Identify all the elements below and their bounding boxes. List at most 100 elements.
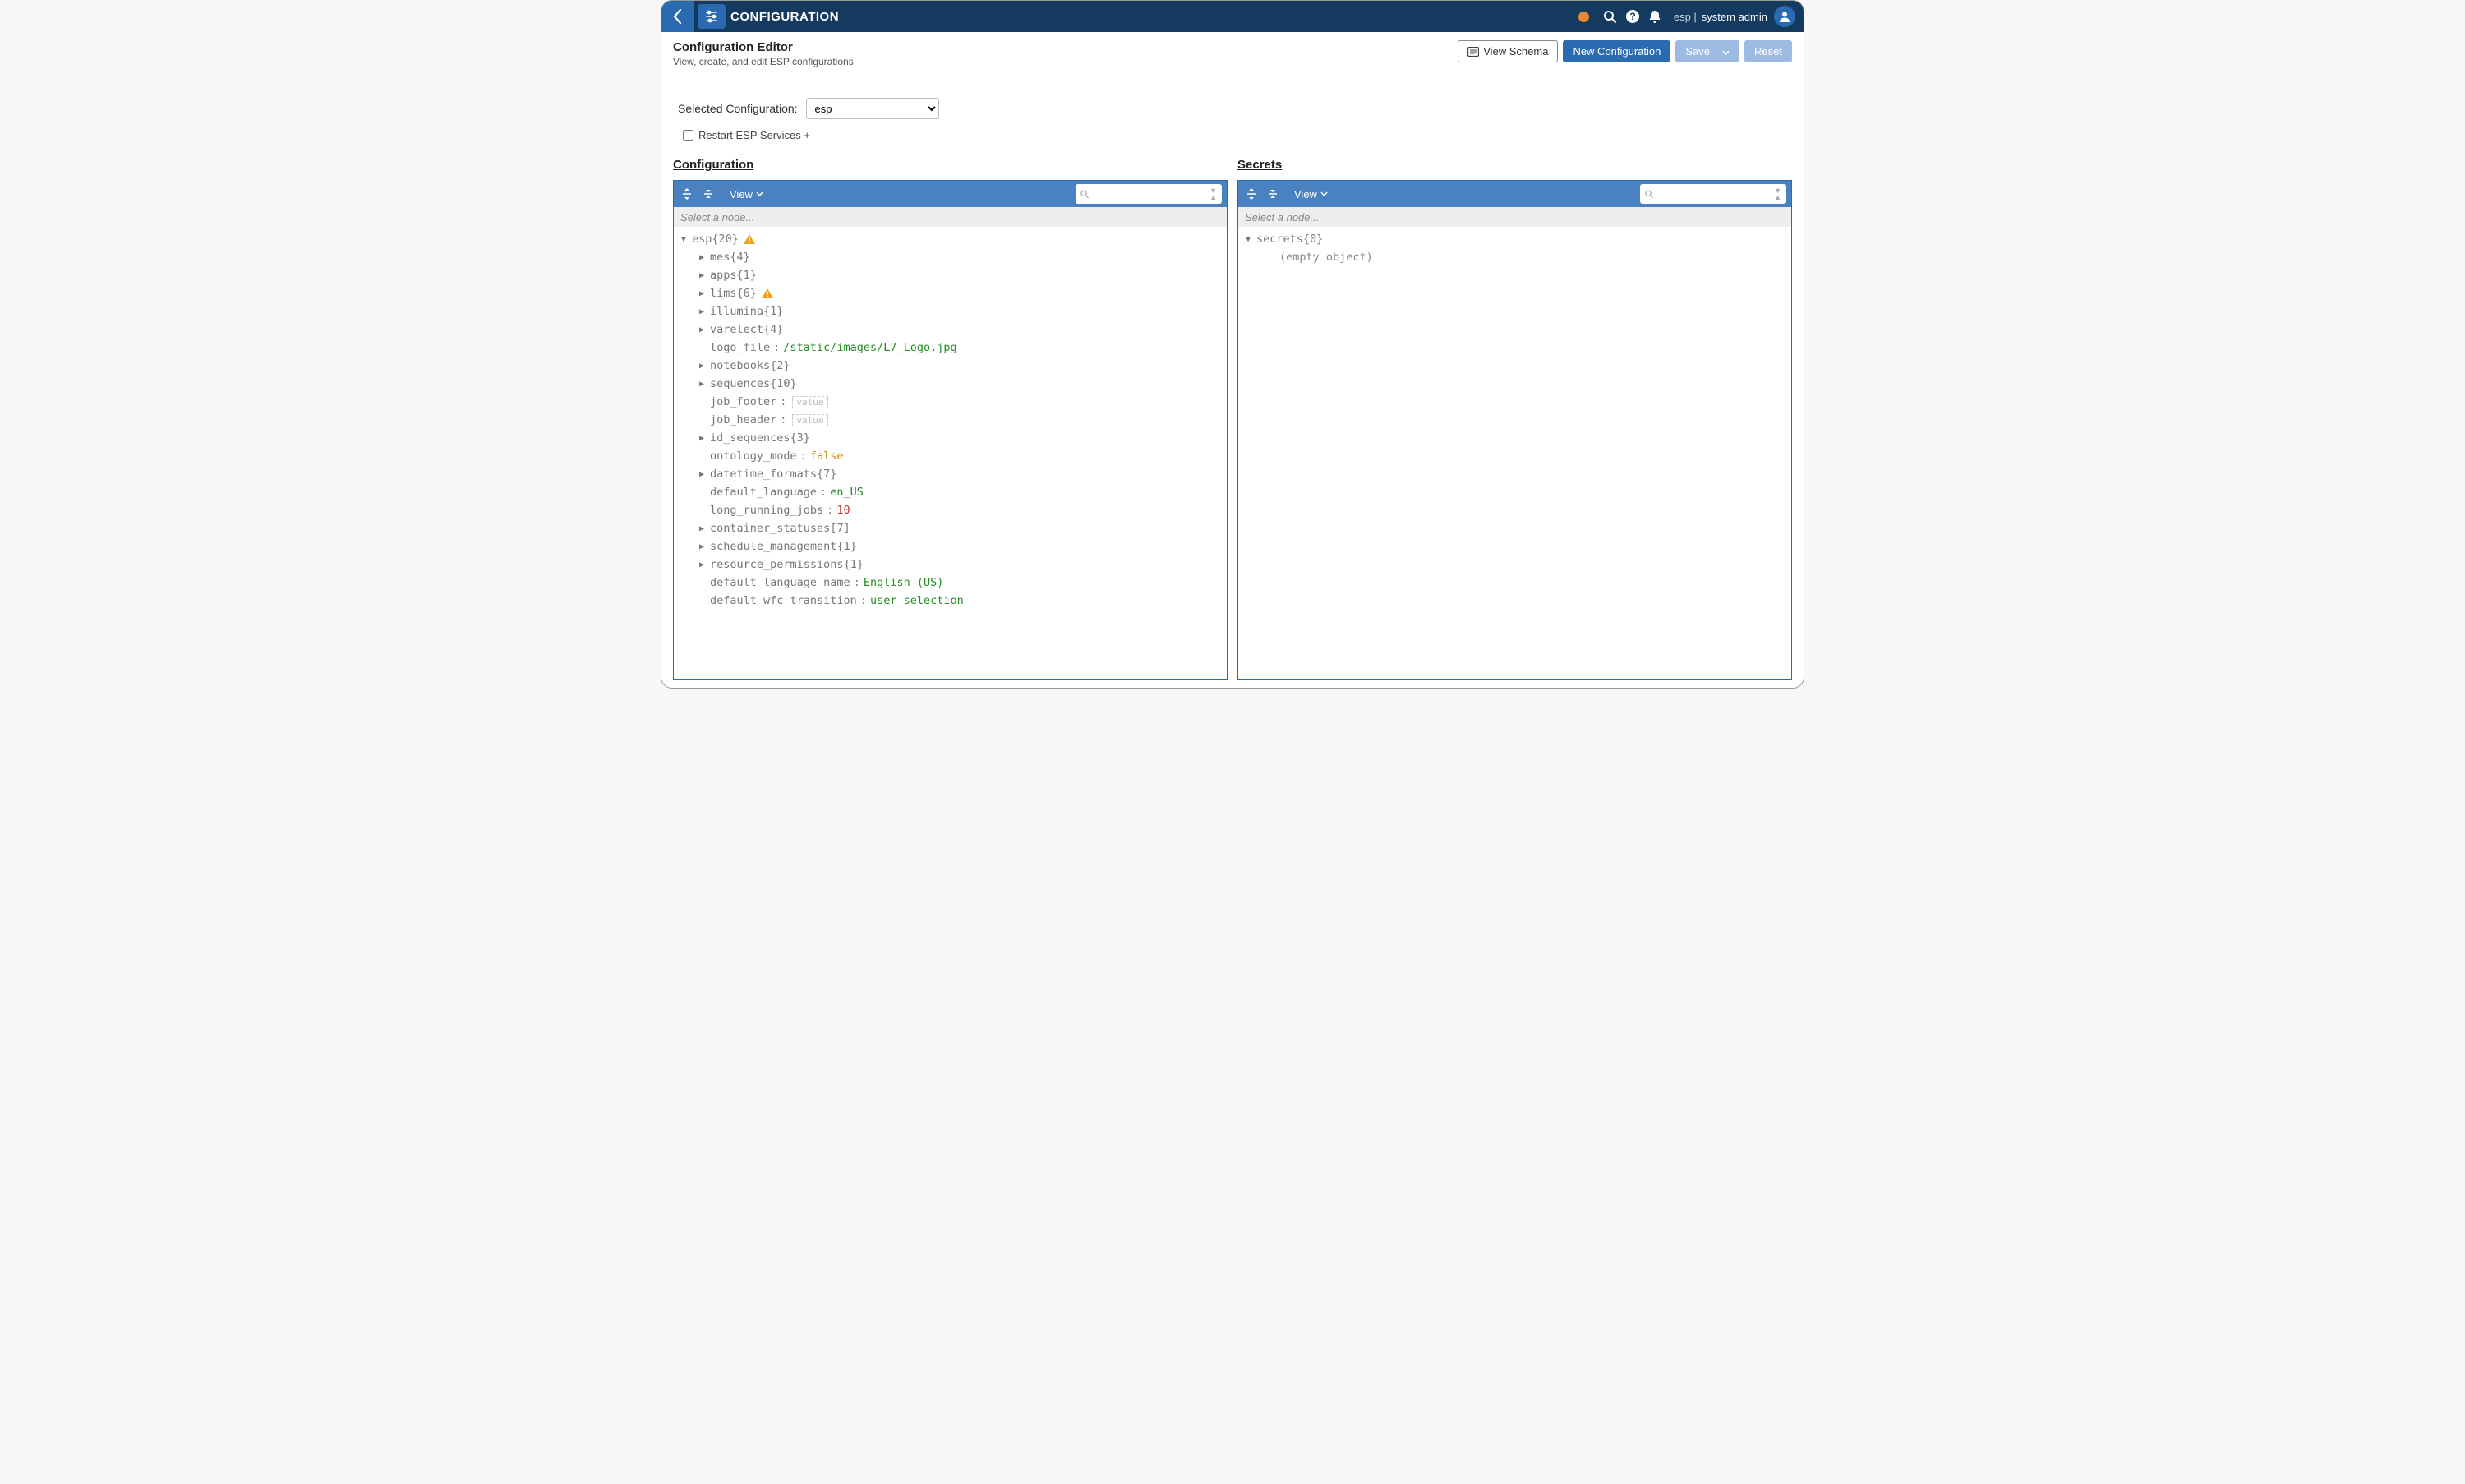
reset-button[interactable]: Reset [1744,40,1792,62]
toggle-icon[interactable]: ▶ [697,560,707,569]
tree-node[interactable]: ▶id_sequences {3} [679,429,1222,447]
toggle-icon[interactable]: ▶ [697,325,707,334]
tree-value: English (US) [864,576,944,589]
schema-icon [1467,47,1479,57]
collapse-icon [702,187,715,200]
restart-services-checkbox[interactable] [683,130,693,141]
tree-node[interactable]: ▶notebooks {2} [679,357,1222,375]
search-next-button[interactable]: ▲ [1209,194,1217,200]
secrets-search-input[interactable] [1657,188,1767,200]
view-dropdown[interactable]: View [730,188,763,200]
search-icon [1080,189,1089,200]
toggle-icon[interactable]: ▶ [697,434,707,443]
toggle-icon[interactable]: ▶ [697,524,707,533]
header-row: Configuration Editor View, create, and e… [661,32,1804,76]
secrets-tree[interactable]: ▼secrets {0}(empty object) [1238,227,1791,679]
tree-value: /static/images/L7_Logo.jpg [783,341,956,354]
secrets-panel: View ▼ ▲ Select a no [1237,180,1792,680]
expand-all-button[interactable] [1243,186,1260,202]
config-path-bar[interactable]: Select a node... [674,207,1227,227]
chevron-down-icon [1320,191,1328,196]
toggle-icon[interactable]: ▶ [697,380,707,389]
tree-node[interactable]: ▶container_statuses [7] [679,519,1222,537]
search-icon [1603,10,1617,24]
editor-title: Configuration Editor [673,40,1458,54]
tree-value: false [810,449,844,463]
navbar: CONFIGURATION ? esp | system admin [661,1,1804,32]
tree-leaf[interactable]: default_language:en_US [679,483,1222,501]
tree-node[interactable]: ▶lims {6} [679,284,1222,302]
notifications-button[interactable] [1648,10,1661,24]
tree-node-root[interactable]: ▼esp {20} [679,230,1222,248]
search-next-button[interactable]: ▲ [1774,194,1781,200]
toggle-icon[interactable]: ▶ [697,253,707,262]
secrets-heading: Secrets [1237,158,1792,172]
selected-config-select[interactable]: esp [806,98,939,119]
tree-leaf[interactable]: default_language_name:English (US) [679,574,1222,592]
toggle-icon[interactable]: ▼ [679,235,689,244]
tree-empty-label: (empty object) [1243,248,1786,266]
expand-all-button[interactable] [679,186,695,202]
secrets-toolbar: View ▼ ▲ [1238,181,1791,207]
tree-node[interactable]: ▶varelect {4} [679,320,1222,339]
collapse-all-button[interactable] [1265,186,1281,202]
tree-node[interactable]: ▶apps {1} [679,266,1222,284]
secrets-path-bar[interactable]: Select a node... [1238,207,1791,227]
view-schema-button[interactable]: View Schema [1458,40,1558,62]
toggle-icon[interactable]: ▶ [697,289,707,298]
save-button[interactable]: Save [1675,40,1739,62]
configuration-heading: Configuration [673,158,1228,172]
config-search-input[interactable] [1093,188,1202,200]
tree-node[interactable]: ▶datetime_formats {7} [679,465,1222,483]
tree-node[interactable]: ▶sequences {10} [679,375,1222,393]
tree-leaf[interactable]: long_running_jobs:10 [679,501,1222,519]
tree-leaf[interactable]: job_footer:value [679,393,1222,411]
empty-value[interactable]: value [792,414,827,426]
tree-node[interactable]: ▶illumina {1} [679,302,1222,320]
back-button[interactable] [661,1,694,32]
collapse-all-button[interactable] [700,186,716,202]
toggle-icon[interactable]: ▶ [697,362,707,371]
svg-text:?: ? [1629,11,1635,22]
chevron-left-icon [671,8,684,25]
warning-icon [744,234,755,245]
save-dropdown-arrow[interactable] [1716,45,1730,58]
secrets-search[interactable]: ▼ ▲ [1640,184,1786,204]
user-context-label: esp | [1674,11,1697,23]
toggle-icon[interactable]: ▶ [697,307,707,316]
tree-leaf[interactable]: logo_file:/static/images/L7_Logo.jpg [679,339,1222,357]
configuration-panel: View ▼ ▲ Select a no [673,180,1228,680]
chevron-down-icon [756,191,763,196]
tree-node-root[interactable]: ▼secrets {0} [1243,230,1786,248]
status-dot-icon [1578,12,1589,22]
page-title: CONFIGURATION [730,10,839,24]
restart-services-label: Restart ESP Services + [698,129,810,141]
warning-icon [762,288,773,299]
tree-value: en_US [830,486,864,499]
content-area: Selected Configuration: esp Restart ESP … [661,76,1804,688]
help-button[interactable]: ? [1625,9,1640,24]
tree-value: user_selection [870,594,964,607]
user-name-label: system admin [1702,11,1767,23]
selected-config-label: Selected Configuration: [678,102,798,115]
view-dropdown[interactable]: View [1294,188,1328,200]
toggle-icon[interactable]: ▶ [697,470,707,479]
help-icon: ? [1625,9,1640,24]
tree-leaf[interactable]: job_header:value [679,411,1222,429]
config-tree[interactable]: ▼esp {20}▶mes {4}▶apps {1}▶lims {6}▶illu… [674,227,1227,679]
tree-leaf[interactable]: default_wfc_transition:user_selection [679,592,1222,610]
toggle-icon[interactable]: ▼ [1243,235,1253,244]
tree-node[interactable]: ▶resource_permissions {1} [679,555,1222,574]
tree-node[interactable]: ▶mes {4} [679,248,1222,266]
avatar[interactable] [1774,6,1795,27]
tree-leaf[interactable]: ontology_mode:false [679,447,1222,465]
new-configuration-button[interactable]: New Configuration [1563,40,1670,62]
chevron-down-icon [1722,50,1730,55]
user-icon [1778,10,1791,23]
search-button[interactable] [1603,10,1617,24]
config-search[interactable]: ▼ ▲ [1076,184,1222,204]
empty-value[interactable]: value [792,396,827,408]
tree-node[interactable]: ▶schedule_management {1} [679,537,1222,555]
toggle-icon[interactable]: ▶ [697,271,707,280]
toggle-icon[interactable]: ▶ [697,542,707,551]
